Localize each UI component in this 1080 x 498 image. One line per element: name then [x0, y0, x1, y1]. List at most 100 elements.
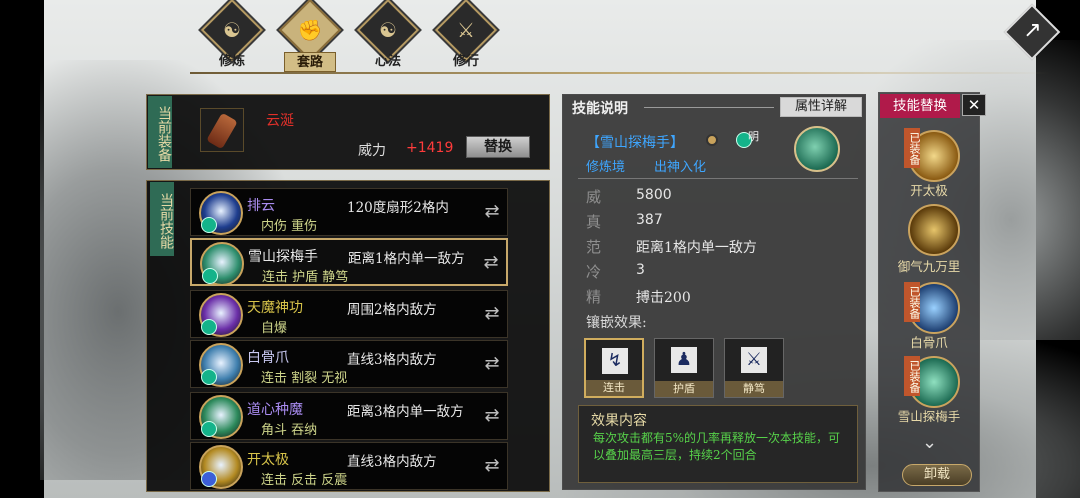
skill-range: 120度扇形2格内 [347, 200, 449, 216]
detail-divider [578, 178, 858, 179]
gem-shield[interactable]: ♟ 护盾 [654, 338, 714, 398]
attribute-detail-button[interactable]: 属性详解 [780, 97, 862, 117]
equipped-tag: 已装备 [904, 128, 921, 168]
replace-button[interactable]: 替换 [466, 136, 530, 158]
power-label: 威力 [358, 143, 386, 159]
skill-tags: 连击 割裂 无视 [261, 371, 348, 386]
scroll-down-icon[interactable]: ⌄ [922, 432, 937, 453]
skill-range: 直线3格内敌方 [347, 352, 437, 368]
tab-label: 套路 [284, 52, 336, 72]
replace-skill-icon[interactable] [908, 204, 960, 256]
equipment-icon[interactable] [200, 108, 244, 152]
skill-row[interactable]: 白骨爪 直线3格内敌方连击 割裂 无视 ⇄ [190, 340, 508, 388]
inlay-label: 镶嵌效果: [586, 315, 647, 331]
element-badge-icon [201, 217, 217, 233]
tab-mind-method[interactable]: ☯ 心法 [356, 0, 420, 70]
fist-icon: ✊ [297, 18, 323, 42]
skill-range: 周围2格内敌方 [347, 302, 437, 318]
detail-header: 技能说明 属性详解 [564, 96, 864, 118]
stat-value: 搏击200 [636, 290, 691, 306]
stat-value: 387 [636, 212, 663, 228]
skill-tags: 连击 护盾 静笃 [262, 270, 349, 285]
replace-skill-name: 开太极 [910, 183, 948, 198]
swap-icon[interactable]: ⇄ [480, 252, 502, 274]
gem-label: 连击 [586, 380, 642, 396]
realm-value: 出神入化 [654, 160, 707, 175]
equipped-tag: 已装备 [904, 356, 921, 396]
skill-row[interactable]: 天魔神功 周围2格内敌方自爆 ⇄ [190, 290, 508, 338]
stat-value: 距离1格内单一敌方 [636, 240, 757, 256]
stat-key: 精 [586, 288, 602, 306]
effect-content-box: 效果内容 每次攻击都有5%的几率再释放一次本技能，可以叠加最高三层，持续2个回合 [578, 405, 858, 483]
element-badge-text: 明 [748, 130, 759, 143]
grade-gem-icon [706, 134, 718, 146]
element-badge-icon [202, 268, 218, 284]
tab-cultivation[interactable]: ☯ 修炼 [200, 0, 264, 70]
skill-tags: 角斗 吞纳 [261, 423, 318, 438]
header-rule [644, 107, 774, 108]
equipment-name: 云涎 [266, 113, 294, 129]
stat-key: 真 [586, 213, 602, 231]
combo-icon: ↯ [600, 346, 630, 376]
detail-skill-name: 【雪山探梅手】 [586, 135, 684, 151]
stat-value: 5800 [636, 187, 672, 203]
element-badge-icon [201, 421, 217, 437]
effect-title: 效果内容 [591, 413, 647, 429]
sword-icon: ⚔ [457, 18, 475, 42]
tab-practice[interactable]: ⚔ 修行 [434, 0, 498, 70]
element-badge-icon [201, 319, 217, 335]
gem-label: 护盾 [655, 381, 713, 397]
skill-name: 道心种魔 [247, 402, 303, 418]
skill-row[interactable]: 排云 120度扇形2格内内伤 重伤 ⇄ [190, 188, 508, 236]
swap-icon[interactable]: ⇄ [481, 405, 503, 427]
replace-skill-name: 御气九万里 [897, 259, 961, 274]
shield-icon: ♟ [669, 345, 699, 375]
swap-icon[interactable]: ⇄ [481, 455, 503, 477]
gem-calm[interactable]: ⚔ 静笃 [724, 338, 784, 398]
stat-value: 3 [636, 262, 645, 278]
skill-range: 距离1格内单一敌方 [348, 251, 465, 267]
tab-label: 修行 [452, 54, 479, 69]
cultivation-icon: ☯ [223, 18, 241, 42]
skill-range: 直线3格内敌方 [347, 454, 437, 470]
element-badge-icon [201, 369, 217, 385]
skill-name: 开太极 [247, 452, 289, 468]
skill-row[interactable]: 开太极 直线3格内敌方连击 反击 反震 ⇄ [190, 442, 508, 490]
tab-label: 修炼 [218, 54, 245, 69]
skill-name: 白骨爪 [247, 350, 289, 366]
skill-tags: 内伤 重伤 [261, 219, 318, 234]
swap-icon[interactable]: ⇄ [481, 353, 503, 375]
skill-tags: 自爆 [261, 321, 288, 336]
equipment-section-label: 当前装备 [148, 96, 172, 168]
skill-range: 距离3格内单一敌方 [347, 404, 464, 420]
unload-button[interactable]: 卸载 [902, 464, 972, 486]
gem-label: 静笃 [725, 381, 783, 397]
realm-label: 修炼境 [586, 160, 626, 175]
tab-label: 心法 [374, 54, 401, 69]
element-badge-icon [201, 471, 217, 487]
stat-key: 范 [586, 238, 602, 256]
close-button[interactable]: ✕ [962, 94, 986, 116]
skill-name: 雪山探梅手 [248, 249, 318, 265]
power-value: +1419 [406, 140, 454, 156]
swap-icon[interactable]: ⇄ [481, 303, 503, 325]
top-divider [190, 72, 1050, 74]
calm-icon: ⚔ [739, 345, 769, 375]
skill-tags: 连击 反击 反震 [261, 473, 348, 488]
detail-title: 技能说明 [572, 101, 628, 117]
skill-name: 天魔神功 [247, 300, 303, 316]
skill-row[interactable]: 雪山探梅手 距离1格内单一敌方连击 护盾 静笃 ⇄ [190, 238, 508, 286]
taiji-icon: ☯ [379, 18, 397, 42]
equipped-tag: 已装备 [904, 282, 921, 322]
skill-row[interactable]: 道心种魔 距离3格内单一敌方角斗 吞纳 ⇄ [190, 392, 508, 440]
swap-icon[interactable]: ⇄ [481, 201, 503, 223]
skill-replace-title: 技能替换 [880, 94, 960, 118]
left-letterbox [0, 0, 44, 498]
skill-portrait-icon [794, 126, 840, 172]
replace-skill-name: 雪山探梅手 [897, 409, 961, 424]
tab-routine[interactable]: ✊ 套路 [278, 0, 342, 72]
effect-text: 每次攻击都有5%的几率再释放一次本技能，可以叠加最高三层，持续2个回合 [593, 431, 841, 462]
gem-combo[interactable]: ↯ 连击 [584, 338, 644, 398]
stat-key: 威 [586, 188, 602, 206]
skill-name: 排云 [247, 198, 275, 214]
